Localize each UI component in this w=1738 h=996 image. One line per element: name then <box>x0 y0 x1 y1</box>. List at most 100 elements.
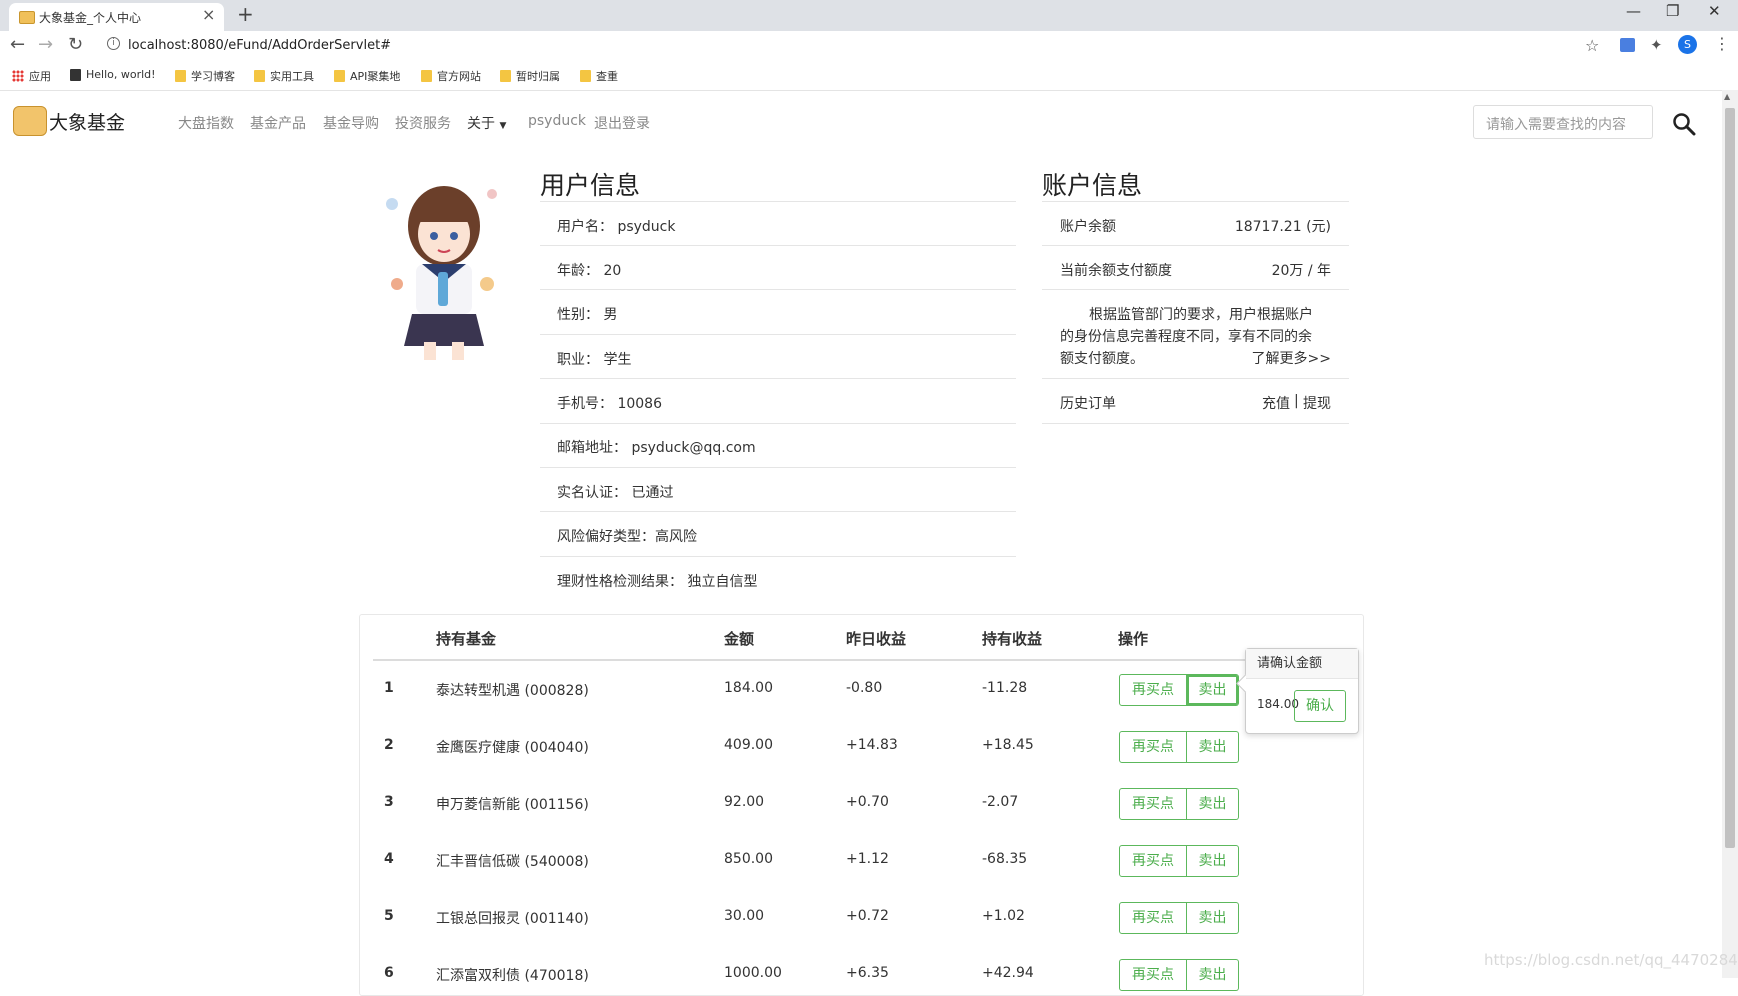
bookmark-folder-api[interactable]: API聚集地 <box>334 68 400 84</box>
learn-more-link[interactable]: 了解更多>> <box>1231 348 1331 368</box>
total-profit: +1.02 <box>982 908 1025 924</box>
site-info-icon[interactable]: i <box>107 37 120 50</box>
balance-label: 账户余额 <box>1060 219 1116 235</box>
total-profit: -11.28 <box>982 680 1028 696</box>
notice-line-2: 的身份信息完善程度不同，享有不同的余 <box>1060 329 1312 345</box>
sell-button[interactable]: 卖出 <box>1187 731 1239 763</box>
nav-fund-guide[interactable]: 基金导购 <box>323 113 379 133</box>
extensions-icon[interactable]: ✦ <box>1650 36 1663 54</box>
total-profit: -2.07 <box>982 794 1019 810</box>
reload-icon[interactable]: ↻ <box>68 34 83 55</box>
buy-more-button[interactable]: 再买点 <box>1119 731 1187 763</box>
link-separator: | <box>1294 393 1299 409</box>
user-info-title: 用户信息 <box>540 171 641 200</box>
address-bar[interactable]: localhost:8080/eFund/AddOrderServlet# <box>128 38 1528 56</box>
profile-avatar[interactable]: S <box>1678 35 1697 54</box>
buy-more-button[interactable]: 再买点 <box>1119 902 1187 934</box>
bookmark-apps[interactable]: 应用 <box>12 68 51 84</box>
minimize-icon[interactable]: — <box>1626 2 1641 20</box>
divider <box>1042 423 1349 424</box>
restore-icon[interactable]: ❐ <box>1666 2 1679 20</box>
tab-close-icon[interactable]: × <box>202 5 215 24</box>
forward-icon[interactable]: → <box>38 34 53 55</box>
nav-market-index[interactable]: 大盘指数 <box>178 113 234 133</box>
divider <box>1042 289 1349 290</box>
divider <box>540 423 1016 424</box>
bookmark-folder-official[interactable]: 官方网站 <box>421 68 481 84</box>
sell-button[interactable]: 卖出 <box>1187 902 1239 934</box>
elephant-logo-icon[interactable] <box>13 106 47 136</box>
divider <box>540 201 1016 202</box>
sell-button[interactable]: 卖出 <box>1187 959 1239 991</box>
bookmark-folder-study[interactable]: 学习博客 <box>175 68 235 84</box>
table-header-divider <box>373 659 1253 661</box>
divider <box>1042 378 1349 379</box>
history-orders-link[interactable]: 历史订单 <box>1060 393 1116 413</box>
translate-icon[interactable] <box>1620 38 1635 52</box>
sell-button[interactable]: 卖出 <box>1187 788 1239 820</box>
divider <box>1042 245 1349 246</box>
folder-icon <box>580 70 591 82</box>
buy-more-button[interactable]: 再买点 <box>1119 788 1187 820</box>
row-index: 2 <box>384 737 394 753</box>
site-brand[interactable]: 大象基金 <box>49 108 125 135</box>
account-info-title: 账户信息 <box>1042 171 1143 200</box>
buy-more-button[interactable]: 再买点 <box>1119 845 1187 877</box>
tab-title: 大象基金_个人中心 <box>39 11 142 25</box>
fund-amount: 850.00 <box>724 851 773 867</box>
scroll-up-icon[interactable]: ▲ <box>1724 92 1730 101</box>
search-input[interactable]: 请输入需要查找的内容 <box>1473 105 1653 139</box>
col-amount: 金额 <box>724 630 755 648</box>
recharge-link[interactable]: 充值 <box>1262 393 1290 413</box>
bookmark-folder-tools[interactable]: 实用工具 <box>254 68 314 84</box>
bookmark-label: 查重 <box>596 70 618 83</box>
bookmark-label: API聚集地 <box>350 70 401 83</box>
popover-title: 请确认金额 <box>1246 649 1358 679</box>
fund-name: 泰达转型机遇 (000828) <box>436 683 589 699</box>
total-profit: +18.45 <box>982 737 1034 753</box>
nav-fund-products[interactable]: 基金产品 <box>250 113 306 133</box>
folder-icon <box>254 70 265 82</box>
bookmark-label: 应用 <box>29 70 51 83</box>
new-tab-button[interactable]: + <box>237 2 254 26</box>
row-index: 1 <box>384 680 394 696</box>
user-name-row: 用户名： psyduck <box>557 219 676 235</box>
menu-icon[interactable]: ⋮ <box>1714 34 1730 53</box>
nav-about-dropdown[interactable]: 关于 ▼ <box>467 113 506 133</box>
user-age-row: 年龄： 20 <box>557 263 622 279</box>
withdraw-link[interactable]: 提现 <box>1303 393 1331 413</box>
bookmark-label: Hello, world! <box>86 68 156 81</box>
apps-grid-icon <box>12 70 24 82</box>
buy-more-button[interactable]: 再买点 <box>1119 959 1187 991</box>
bookmark-folder-check[interactable]: 查重 <box>580 68 618 84</box>
bookmark-star-icon[interactable]: ☆ <box>1585 36 1599 55</box>
fund-name: 汇丰晋信低碳 (540008) <box>436 854 589 870</box>
sell-button[interactable]: 卖出 <box>1187 674 1239 706</box>
user-risk-row: 风险偏好类型：高风险 <box>557 529 697 545</box>
notice-line-3: 额支付额度。 <box>1060 351 1144 367</box>
nav-invest-service[interactable]: 投资服务 <box>395 113 451 133</box>
search-icon[interactable] <box>1672 112 1696 136</box>
bookmark-hello[interactable]: Hello, world! <box>70 68 156 81</box>
nav-logout[interactable]: 退出登录 <box>594 113 650 133</box>
buy-more-button[interactable]: 再买点 <box>1119 674 1187 706</box>
fund-amount: 184.00 <box>724 680 773 696</box>
confirm-button[interactable]: 确认 <box>1294 690 1346 722</box>
user-email-row: 邮箱地址： psyduck@qq.com <box>557 440 756 456</box>
user-job-row: 职业： 学生 <box>557 352 632 368</box>
limit-label: 当前余额支付额度 <box>1060 263 1172 279</box>
caret-down-icon: ▼ <box>499 121 507 131</box>
window-close-icon[interactable]: ✕ <box>1708 2 1721 20</box>
bookmark-folder-temp[interactable]: 暂时归属 <box>500 68 560 84</box>
popover-amount: 184.00 <box>1257 697 1299 711</box>
user-gender-row: 性别： 男 <box>557 307 618 323</box>
scrollbar-thumb[interactable] <box>1725 108 1735 848</box>
sell-button[interactable]: 卖出 <box>1187 845 1239 877</box>
row-index: 5 <box>384 908 394 924</box>
nav-username[interactable]: psyduck <box>528 113 586 129</box>
back-icon[interactable]: ← <box>10 34 25 55</box>
fund-name: 申万菱信新能 (001156) <box>436 797 589 813</box>
total-profit: -68.35 <box>982 851 1028 867</box>
browser-tab[interactable]: 大象基金_个人中心 × <box>9 3 224 31</box>
limit-value: 20万 / 年 <box>1271 263 1331 279</box>
